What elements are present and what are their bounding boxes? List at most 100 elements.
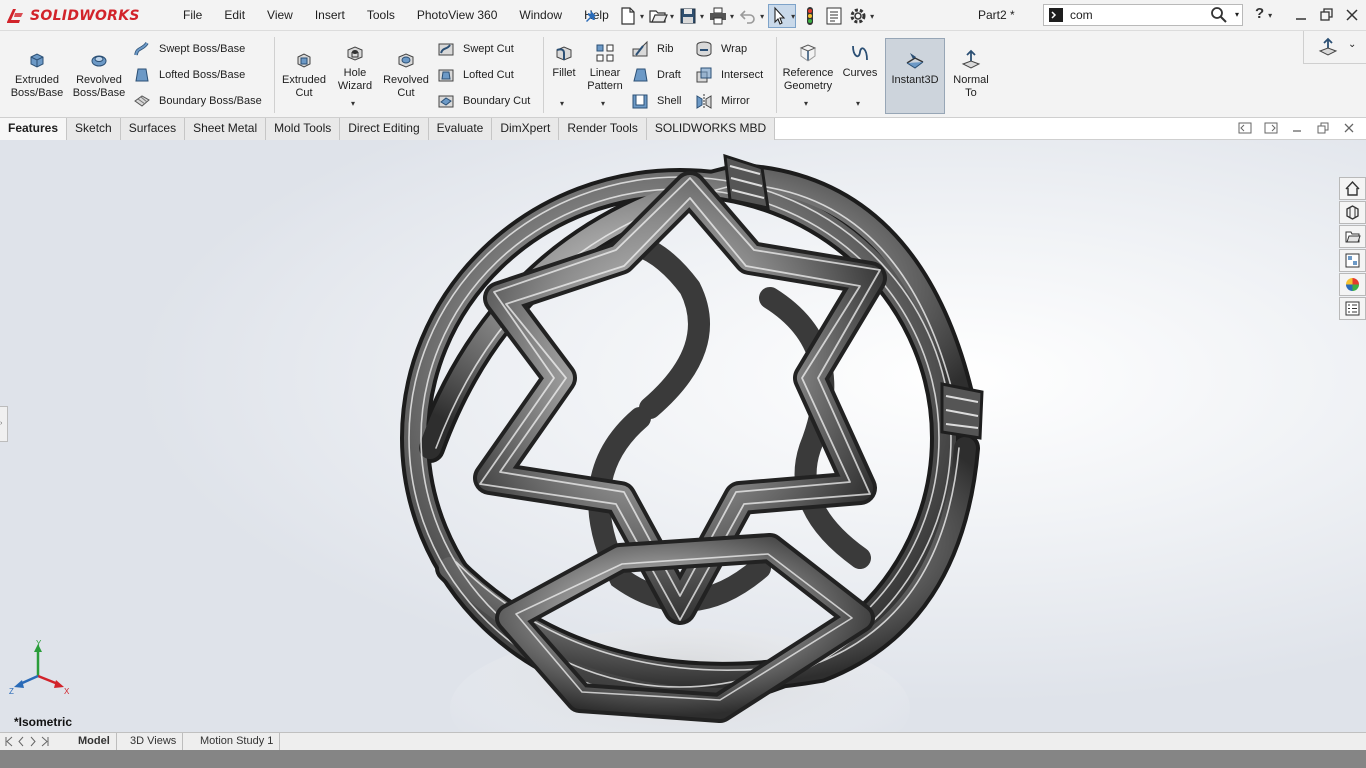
lofted-boss-button[interactable]: Lofted Boss/Base xyxy=(133,66,245,84)
tab-direct-editing[interactable]: Direct Editing xyxy=(340,118,429,140)
menu-window[interactable]: Window xyxy=(508,0,573,31)
search-icon[interactable] xyxy=(1210,6,1228,24)
chevron-down-icon[interactable]: ▾ xyxy=(730,12,734,21)
last-tab-icon[interactable] xyxy=(40,735,50,748)
task-pane-file-explorer[interactable] xyxy=(1339,225,1366,248)
swept-boss-label: Swept Boss/Base xyxy=(159,43,246,55)
search-input[interactable] xyxy=(1070,8,1190,22)
chevron-down-icon[interactable]: ▾ xyxy=(804,99,808,108)
linear-pattern-button[interactable]: Linear Pattern xyxy=(582,42,628,93)
task-pane-design-library[interactable] xyxy=(1339,201,1366,224)
reference-geometry-button[interactable]: Reference Geometry xyxy=(778,42,838,93)
tab-3d-views[interactable]: 3D Views xyxy=(124,733,184,750)
instant3d-button[interactable]: Instant3D xyxy=(885,38,945,114)
intersect-button[interactable]: Intersect xyxy=(695,66,763,84)
tab-sketch[interactable]: Sketch xyxy=(67,118,121,140)
draft-button[interactable]: Draft xyxy=(631,66,681,84)
tile-right-icon[interactable] xyxy=(1264,121,1278,135)
graphics-area[interactable]: › Y X Z *Isometric xyxy=(0,140,1366,732)
fillet-button[interactable]: Fillet xyxy=(546,42,582,80)
tab-model[interactable]: Model xyxy=(72,733,117,750)
view-orientation-icon[interactable] xyxy=(1318,37,1338,57)
boundary-cut-button[interactable]: Boundary Cut xyxy=(437,92,530,110)
print-button[interactable]: ▾ xyxy=(708,4,734,28)
hole-wizard-button[interactable]: Hole Wizard xyxy=(330,42,380,93)
chevron-down-icon[interactable]: ▾ xyxy=(791,12,795,21)
close-icon[interactable] xyxy=(1342,121,1356,135)
minimize-icon[interactable] xyxy=(1292,6,1310,24)
tab-sheet-metal[interactable]: Sheet Metal xyxy=(185,118,267,140)
menu-view[interactable]: View xyxy=(256,0,304,31)
rib-button[interactable]: Rib xyxy=(631,40,674,58)
reference-geometry-label: Reference Geometry xyxy=(782,67,834,92)
feature-manager-toggle[interactable]: › xyxy=(0,406,8,442)
reference-triad: Y X Z xyxy=(9,640,70,696)
revolved-boss-button[interactable]: Revolved Boss/Base xyxy=(68,49,130,100)
menu-insert[interactable]: Insert xyxy=(304,0,356,31)
next-tab-icon[interactable] xyxy=(28,735,38,748)
pin-icon[interactable] xyxy=(583,7,601,25)
swept-cut-button[interactable]: Swept Cut xyxy=(437,40,514,58)
chevron-down-icon[interactable]: ▾ xyxy=(1268,11,1272,20)
tab-evaluate[interactable]: Evaluate xyxy=(428,118,493,140)
new-document-button[interactable]: ▾ xyxy=(618,4,644,28)
menu-edit[interactable]: Edit xyxy=(213,0,256,31)
solidworks-logo[interactable]: SOLIDWORKS xyxy=(4,4,152,28)
rebuild-button[interactable] xyxy=(800,4,820,28)
tab-surfaces[interactable]: Surfaces xyxy=(120,118,186,140)
restore-icon[interactable] xyxy=(1317,6,1335,24)
normal-to-button[interactable]: Normal To xyxy=(948,49,994,100)
chevron-down-icon[interactable]: ▾ xyxy=(351,99,355,108)
task-pane-custom-properties[interactable] xyxy=(1339,297,1366,320)
options-button[interactable]: ▾ xyxy=(848,4,874,28)
undo-button[interactable]: ▾ xyxy=(738,4,764,28)
menu-file[interactable]: File xyxy=(172,0,213,31)
lofted-cut-icon xyxy=(438,69,454,82)
chevron-down-icon[interactable]: ▾ xyxy=(870,12,874,21)
revolved-cut-button[interactable]: Revolved Cut xyxy=(380,49,432,100)
previous-tab-icon[interactable] xyxy=(16,735,26,748)
swept-boss-button[interactable]: Swept Boss/Base xyxy=(133,40,245,58)
shell-button[interactable]: Shell xyxy=(631,92,681,110)
mirror-button[interactable]: Mirror xyxy=(695,92,750,110)
woven-sphere-model[interactable] xyxy=(390,148,990,732)
boundary-boss-button[interactable]: Boundary Boss/Base xyxy=(133,92,262,110)
save-button[interactable]: ▾ xyxy=(678,4,704,28)
tile-left-icon[interactable] xyxy=(1238,121,1252,135)
extruded-cut-button[interactable]: Extruded Cut xyxy=(276,49,332,100)
tab-render-tools[interactable]: Render Tools xyxy=(559,118,647,140)
chevron-down-icon[interactable]: ▾ xyxy=(670,12,674,21)
chevron-down-icon[interactable]: ▾ xyxy=(700,12,704,21)
open-button[interactable]: ▾ xyxy=(648,4,674,28)
tab-dimxpert[interactable]: DimXpert xyxy=(492,118,560,140)
file-properties-button[interactable] xyxy=(824,4,844,28)
task-pane-appearances[interactable] xyxy=(1339,273,1366,296)
tab-features[interactable]: Features xyxy=(0,118,68,140)
chevron-down-icon[interactable]: ▾ xyxy=(856,99,860,108)
first-tab-icon[interactable] xyxy=(4,735,14,748)
chevron-down-icon[interactable]: ▾ xyxy=(560,99,564,108)
chevron-down-icon[interactable]: ▾ xyxy=(601,99,605,108)
tab-mold-tools[interactable]: Mold Tools xyxy=(266,118,341,140)
select-button[interactable]: ▾ xyxy=(768,4,797,28)
lofted-cut-button[interactable]: Lofted Cut xyxy=(437,66,514,84)
restore-icon[interactable] xyxy=(1316,121,1330,135)
curves-label: Curves xyxy=(842,67,878,79)
close-icon[interactable] xyxy=(1343,6,1361,24)
tab-motion-study[interactable]: Motion Study 1 xyxy=(194,733,281,750)
help-button[interactable]: ? ▾ xyxy=(1255,5,1272,22)
extruded-boss-button[interactable]: Extruded Boss/Base xyxy=(6,49,68,100)
menu-tools[interactable]: Tools xyxy=(356,0,406,31)
curves-button[interactable]: Curves xyxy=(838,42,882,80)
chevron-down-icon[interactable]: ▾ xyxy=(640,12,644,21)
task-pane-home[interactable] xyxy=(1339,177,1366,200)
task-pane-view-palette[interactable] xyxy=(1339,249,1366,272)
wrap-button[interactable]: Wrap xyxy=(695,40,747,58)
chevron-down-icon[interactable]: ▾ xyxy=(1235,10,1239,19)
menu-photoview[interactable]: PhotoView 360 xyxy=(406,0,509,31)
chevron-down-icon[interactable]: ▾ xyxy=(760,12,764,21)
minimize-icon[interactable] xyxy=(1290,121,1304,135)
command-search-box[interactable]: ▾ xyxy=(1043,4,1243,26)
chevron-down-icon[interactable]: ⌄ xyxy=(1348,39,1356,50)
tab-solidworks-mbd[interactable]: SOLIDWORKS MBD xyxy=(646,118,776,140)
